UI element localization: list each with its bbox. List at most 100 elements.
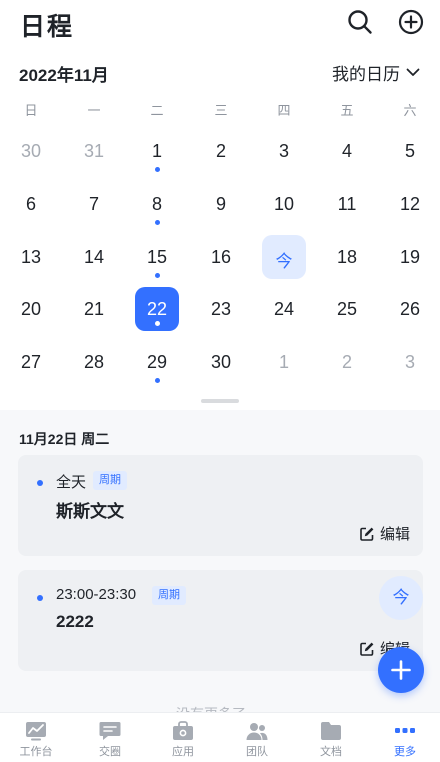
tab-team[interactable]: 团队 bbox=[227, 721, 287, 759]
calendar-grid: 30 31 1 2 3 4 5 6 7 8 9 10 11 12 13 14 15 16 今 18 19 20 21 22 23… bbox=[0, 125, 440, 385]
month-row: 2022年11月 我的日历 bbox=[0, 56, 440, 88]
calendar-day[interactable]: 26 bbox=[388, 287, 432, 331]
day-number: 3 bbox=[278, 141, 289, 161]
calendar-day[interactable]: 5 bbox=[388, 129, 432, 173]
calendar-day[interactable]: 24 bbox=[262, 287, 306, 331]
calendar-day[interactable]: 6 bbox=[9, 182, 53, 226]
header: 日程 bbox=[0, 0, 440, 48]
calendar-day[interactable]: 11 bbox=[325, 182, 369, 226]
drag-handle[interactable] bbox=[201, 399, 239, 403]
tab-label: 更多 bbox=[394, 746, 416, 758]
event-indicator-dot bbox=[155, 167, 160, 172]
today-button[interactable]: 今 bbox=[379, 576, 423, 620]
day-number: 14 bbox=[83, 247, 105, 267]
event-dot bbox=[37, 480, 43, 486]
calendar-day[interactable]: 2 bbox=[199, 129, 243, 173]
weekday-thu: 四 bbox=[277, 103, 291, 118]
edit-button[interactable]: 编辑 bbox=[359, 523, 410, 544]
tab-apps[interactable]: 应用 bbox=[153, 721, 213, 759]
tab-label: 文档 bbox=[320, 746, 342, 758]
add-event-button[interactable] bbox=[378, 647, 424, 693]
calendar-day[interactable]: 29 bbox=[135, 340, 179, 384]
tab-docs[interactable]: 文档 bbox=[301, 721, 361, 759]
calendar-day[interactable]: 7 bbox=[72, 182, 116, 226]
calendar-day[interactable]: 21 bbox=[72, 287, 116, 331]
calendar-day[interactable]: 19 bbox=[388, 235, 432, 279]
search-icon[interactable] bbox=[347, 9, 373, 35]
calendar-day[interactable]: 16 bbox=[199, 235, 243, 279]
calendar-day[interactable]: 3 bbox=[388, 340, 432, 384]
chevron-down-icon bbox=[406, 68, 420, 76]
weekday-fri: 五 bbox=[340, 103, 354, 118]
chart-icon bbox=[26, 722, 46, 741]
repeat-tag: 周期 bbox=[152, 586, 186, 605]
event-indicator-dot bbox=[155, 220, 160, 225]
bottom-tab-bar: 工作台 交圈 应用 团队 文档 更多 bbox=[0, 712, 440, 762]
app-box-icon bbox=[173, 721, 193, 740]
day-number: 12 bbox=[399, 194, 421, 214]
day-number: 23 bbox=[210, 299, 232, 319]
day-number: 19 bbox=[399, 247, 421, 267]
calendar-day[interactable]: 23 bbox=[199, 287, 243, 331]
repeat-tag: 周期 bbox=[93, 471, 127, 490]
calendar-day-today[interactable]: 今 bbox=[262, 235, 306, 279]
month-title: 2022年11月 bbox=[19, 66, 109, 85]
weekday-tue: 二 bbox=[150, 103, 164, 118]
calendar-day[interactable]: 15 bbox=[135, 235, 179, 279]
calendar-day[interactable]: 4 bbox=[325, 129, 369, 173]
calendar-selector[interactable]: 我的日历 bbox=[332, 60, 420, 85]
calendar-day[interactable]: 10 bbox=[262, 182, 306, 226]
calendar-day[interactable]: 14 bbox=[72, 235, 116, 279]
day-number: 26 bbox=[399, 299, 421, 319]
calendar-day[interactable]: 28 bbox=[72, 340, 116, 384]
calendar-day[interactable]: 9 bbox=[199, 182, 243, 226]
event-title: 斯斯文文 bbox=[56, 502, 124, 521]
team-icon bbox=[246, 723, 268, 740]
calendar-day[interactable]: 25 bbox=[325, 287, 369, 331]
weekday-wed: 三 bbox=[214, 103, 228, 118]
calendar-day-selected[interactable]: 22 bbox=[135, 287, 179, 331]
tab-more[interactable]: 更多 bbox=[375, 721, 435, 759]
day-number: 27 bbox=[20, 352, 42, 372]
tab-label: 工作台 bbox=[19, 746, 53, 758]
more-dots-icon bbox=[395, 728, 415, 733]
calendar-day[interactable]: 3 bbox=[262, 129, 306, 173]
page-title: 日程 bbox=[20, 13, 75, 41]
day-number: 30 bbox=[210, 352, 232, 372]
calendar-day[interactable]: 20 bbox=[9, 287, 53, 331]
calendar-day[interactable]: 30 bbox=[9, 129, 53, 173]
day-number: 8 bbox=[151, 194, 162, 214]
tab-circle[interactable]: 交圈 bbox=[80, 721, 140, 759]
calendar-day[interactable]: 18 bbox=[325, 235, 369, 279]
calendar-day[interactable]: 31 bbox=[72, 129, 116, 173]
day-number: 24 bbox=[273, 299, 295, 319]
tab-label: 交圈 bbox=[99, 746, 121, 758]
day-number: 15 bbox=[146, 247, 168, 267]
day-number: 1 bbox=[278, 352, 289, 372]
event-card[interactable]: 全天 周期 斯斯文文 编辑 bbox=[18, 455, 423, 556]
day-number: 20 bbox=[20, 299, 42, 319]
calendar-day[interactable]: 1 bbox=[262, 340, 306, 384]
calendar-day[interactable]: 30 bbox=[199, 340, 243, 384]
add-circle-icon[interactable] bbox=[398, 9, 424, 35]
calendar-day[interactable]: 2 bbox=[325, 340, 369, 384]
day-number: 22 bbox=[146, 299, 168, 319]
day-number: 10 bbox=[273, 194, 295, 214]
day-number: 29 bbox=[146, 352, 168, 372]
calendar-day[interactable]: 27 bbox=[9, 340, 53, 384]
day-number: 4 bbox=[341, 141, 352, 161]
tab-label: 应用 bbox=[172, 746, 194, 758]
calendar-day[interactable]: 1 bbox=[135, 129, 179, 173]
calendar-day[interactable]: 8 bbox=[135, 182, 179, 226]
event-card[interactable]: 23:00-23:30 周期 2222 编辑 bbox=[18, 570, 423, 671]
weekday-sun: 日 bbox=[24, 103, 38, 118]
calendar-day[interactable]: 13 bbox=[9, 235, 53, 279]
calendar-day[interactable]: 12 bbox=[388, 182, 432, 226]
plus-icon bbox=[391, 660, 411, 680]
day-number: 5 bbox=[404, 141, 415, 161]
event-indicator-dot bbox=[155, 273, 160, 278]
weekday-sat: 六 bbox=[403, 103, 417, 118]
tab-workbench[interactable]: 工作台 bbox=[6, 721, 66, 759]
edit-icon bbox=[360, 527, 374, 541]
tab-label: 团队 bbox=[246, 746, 268, 758]
